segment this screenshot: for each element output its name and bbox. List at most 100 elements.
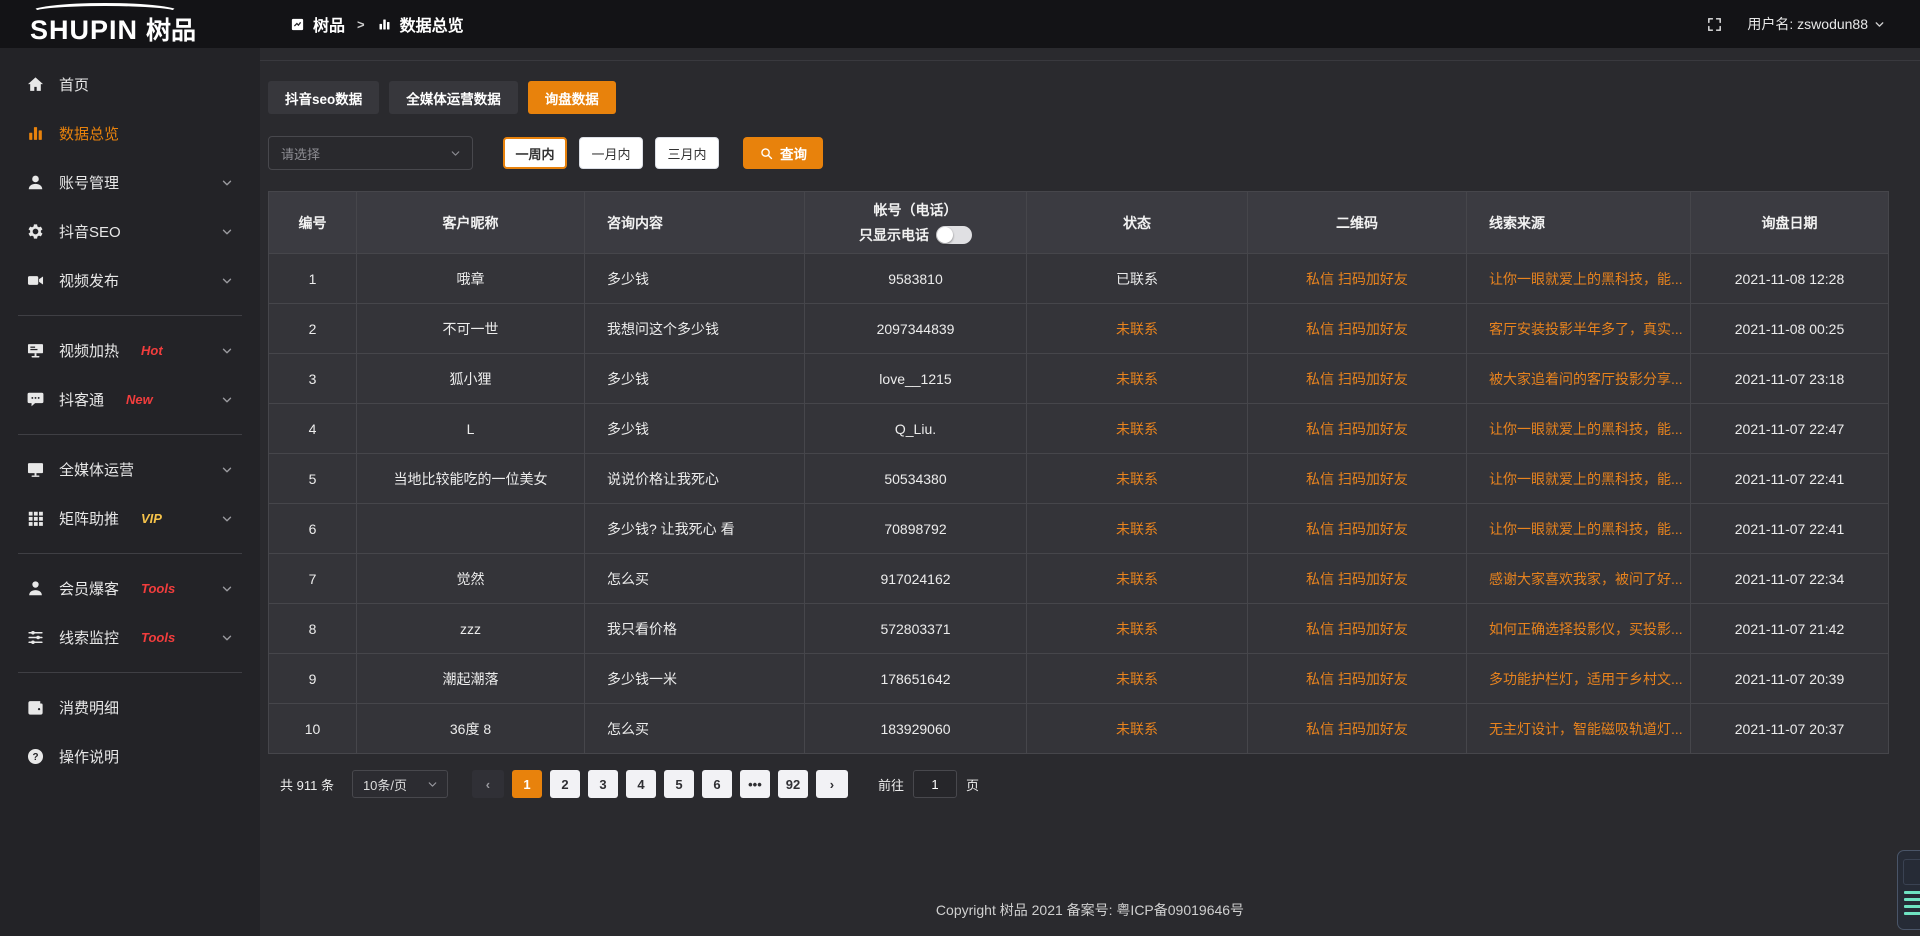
sidebar-badge: VIP: [141, 511, 162, 526]
table-row: 1036度 8怎么买183929060未联系私信 扫码加好友无主灯设计，智能磁吸…: [269, 704, 1889, 754]
next-page-button[interactable]: ›: [816, 770, 848, 798]
source-link[interactable]: 如何正确选择投影仪，买投影...: [1489, 621, 1683, 637]
source-link[interactable]: 让你一眼就爱上的黑科技，能...: [1489, 471, 1683, 487]
sidebar-item-matrix-boost[interactable]: 矩阵助推VIP: [0, 494, 260, 543]
tab-2[interactable]: 询盘数据: [528, 81, 616, 114]
qr-actions-link[interactable]: 私信 扫码加好友: [1306, 621, 1408, 637]
logo-text-en: SHUPIN: [30, 17, 138, 44]
source-link[interactable]: 客厅安装投影半年多了，真实...: [1489, 321, 1683, 337]
sidebar-item-omni-media[interactable]: 全媒体运营: [0, 445, 260, 494]
page-button-6[interactable]: 6: [702, 770, 732, 798]
page-size-select[interactable]: 10条/页: [352, 770, 448, 798]
main-content: 抖音seo数据全媒体运营数据询盘数据 请选择 一周内一月内三月内 查询 编号 客…: [260, 48, 1920, 936]
qr-actions-link[interactable]: 私信 扫码加好友: [1306, 271, 1408, 287]
source-link[interactable]: 让你一眼就爱上的黑科技，能...: [1489, 271, 1683, 287]
page-buttons: 123456 ••• 92: [512, 770, 808, 798]
qr-actions-link[interactable]: 私信 扫码加好友: [1306, 521, 1408, 537]
fullscreen-icon[interactable]: [1706, 16, 1723, 33]
page-button-5[interactable]: 5: [664, 770, 694, 798]
sidebar-item-label: 视频加热: [59, 340, 119, 361]
sidebar-badge: New: [126, 392, 153, 407]
username-label: 用户名: zswodun88: [1747, 14, 1868, 34]
cell-source: 让你一眼就爱上的黑科技，能...: [1467, 504, 1691, 554]
chart-icon: [26, 124, 45, 143]
qr-actions-link[interactable]: 私信 扫码加好友: [1306, 321, 1408, 337]
source-link[interactable]: 感谢大家喜欢我家，被问了好...: [1489, 571, 1683, 587]
cell-source: 让你一眼就爱上的黑科技，能...: [1467, 454, 1691, 504]
qr-actions-link[interactable]: 私信 扫码加好友: [1306, 421, 1408, 437]
period-button-1[interactable]: 一月内: [579, 137, 643, 169]
user-menu[interactable]: 用户名: zswodun88: [1747, 14, 1886, 34]
sidebar-item-label: 线索监控: [59, 627, 119, 648]
page-button-2[interactable]: 2: [550, 770, 580, 798]
sidebar-item-home[interactable]: 首页: [0, 60, 260, 109]
table-row: 6多少钱? 让我死心 看70898792未联系私信 扫码加好友让你一眼就爱上的黑…: [269, 504, 1889, 554]
cell-qrcode: 私信 扫码加好友: [1248, 554, 1467, 604]
video-icon: [26, 271, 45, 290]
qr-actions-link[interactable]: 私信 扫码加好友: [1306, 721, 1408, 737]
search-button[interactable]: 查询: [743, 137, 823, 169]
bar-chart-mini-icon: [377, 17, 392, 32]
tab-0[interactable]: 抖音seo数据: [268, 81, 379, 114]
cell-date: 2021-11-07 22:47: [1691, 404, 1889, 454]
sidebar-item-douketong[interactable]: 抖客通New: [0, 375, 260, 424]
app-logo[interactable]: SHUPIN 树品: [0, 0, 260, 48]
cell-no: 4: [269, 404, 357, 454]
source-link[interactable]: 让你一眼就爱上的黑科技，能...: [1489, 421, 1683, 437]
cell-content: 怎么买: [585, 704, 805, 754]
chevron-down-icon: [220, 344, 234, 358]
sidebar-item-member-baoke[interactable]: 会员爆客Tools: [0, 564, 260, 613]
sidebar-item-help[interactable]: ?操作说明: [0, 732, 260, 781]
jump-page-input[interactable]: [913, 770, 957, 798]
sidebar-item-data-overview[interactable]: 数据总览: [0, 109, 260, 158]
sidebar-item-video-publish[interactable]: 视频发布: [0, 256, 260, 305]
topbar: SHUPIN 树品 树品 > 数据总览 用户名: zswodun88: [0, 0, 1920, 48]
sidebar-item-clue-monitor[interactable]: 线索监控Tools: [0, 613, 260, 662]
cell-qrcode: 私信 扫码加好友: [1248, 654, 1467, 704]
page-button-92[interactable]: 92: [778, 770, 808, 798]
page-button-4[interactable]: 4: [626, 770, 656, 798]
prev-page-button[interactable]: ‹: [472, 770, 504, 798]
breadcrumb-root[interactable]: 树品: [313, 12, 345, 36]
cell-date: 2021-11-07 21:42: [1691, 604, 1889, 654]
cell-content: 多少钱: [585, 404, 805, 454]
sidebar-item-video-heat[interactable]: 视频加热Hot: [0, 326, 260, 375]
cell-no: 3: [269, 354, 357, 404]
wallet-icon: [26, 698, 45, 717]
sidebar-item-consume-detail[interactable]: 消费明细: [0, 683, 260, 732]
cell-source: 被大家追着问的客厅投影分享...: [1467, 354, 1691, 404]
cell-account: 572803371: [805, 604, 1027, 654]
qr-actions-link[interactable]: 私信 扫码加好友: [1306, 371, 1408, 387]
home-icon: [26, 75, 45, 94]
qr-actions-link[interactable]: 私信 扫码加好友: [1306, 471, 1408, 487]
filter-bar: 请选择 一周内一月内三月内 查询: [268, 136, 1888, 170]
cell-no: 9: [269, 654, 357, 704]
cell-source: 多功能护栏灯，适用于乡村文...: [1467, 654, 1691, 704]
sidebar-item-account-manage[interactable]: 账号管理: [0, 158, 260, 207]
source-link[interactable]: 多功能护栏灯，适用于乡村文...: [1489, 671, 1683, 687]
cell-account: 9583810: [805, 254, 1027, 304]
jump-prefix: 前往: [878, 775, 904, 794]
source-link[interactable]: 被大家追着问的客厅投影分享...: [1489, 371, 1683, 387]
source-link[interactable]: 让你一眼就爱上的黑科技，能...: [1489, 521, 1683, 537]
monitor-icon: [26, 460, 45, 479]
floating-widget[interactable]: [1897, 850, 1920, 930]
page-button-3[interactable]: 3: [588, 770, 618, 798]
tab-1[interactable]: 全媒体运营数据: [389, 81, 518, 114]
chat-icon: [26, 390, 45, 409]
sidebar-item-douyin-seo[interactable]: 抖音SEO: [0, 207, 260, 256]
filter-select[interactable]: 请选择: [268, 136, 473, 170]
svg-text:?: ?: [32, 752, 38, 763]
inquiry-table: 编号 客户昵称 咨询内容 帐号（电话） 只显示电话 状态 二维码 线索来源 询盘…: [268, 191, 1889, 754]
phone-only-toggle[interactable]: [936, 226, 972, 244]
source-link[interactable]: 无主灯设计，智能磁吸轨道灯...: [1489, 721, 1683, 737]
chevron-down-icon: [1873, 18, 1886, 31]
cell-qrcode: 私信 扫码加好友: [1248, 704, 1467, 754]
period-button-0[interactable]: 一周内: [503, 137, 567, 169]
qr-actions-link[interactable]: 私信 扫码加好友: [1306, 671, 1408, 687]
qr-actions-link[interactable]: 私信 扫码加好友: [1306, 571, 1408, 587]
period-button-2[interactable]: 三月内: [655, 137, 719, 169]
cell-account: 2097344839: [805, 304, 1027, 354]
page-button-1[interactable]: 1: [512, 770, 542, 798]
page-ellipsis-button[interactable]: •••: [740, 770, 770, 798]
